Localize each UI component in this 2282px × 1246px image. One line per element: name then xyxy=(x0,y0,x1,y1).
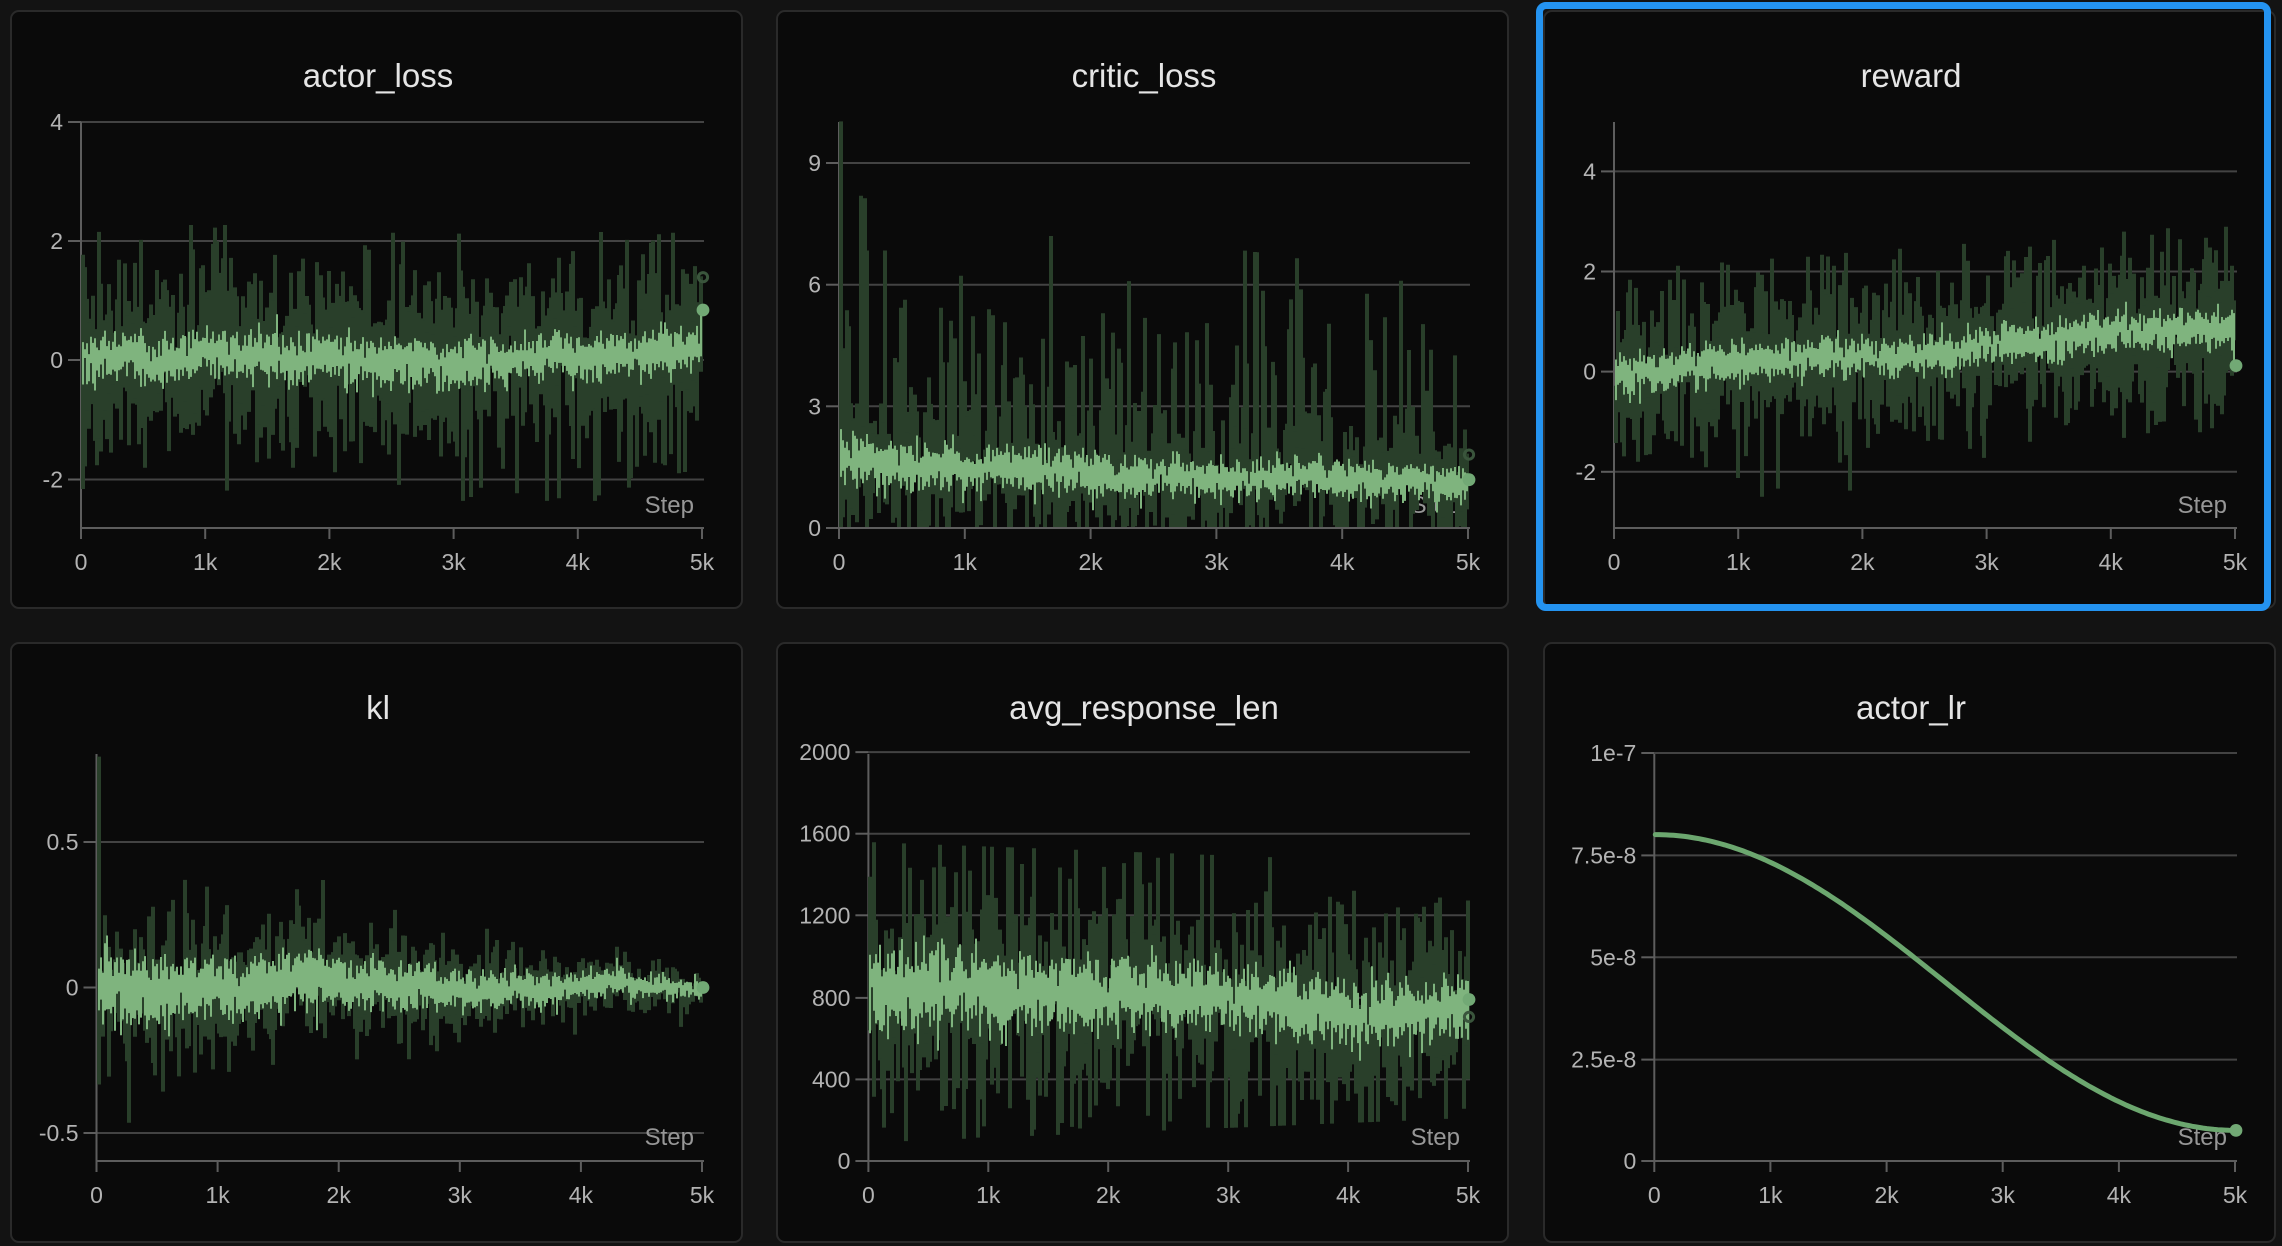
svg-text:2.5e-8: 2.5e-8 xyxy=(1571,1047,1636,1073)
svg-text:3k: 3k xyxy=(441,549,466,575)
svg-text:0: 0 xyxy=(1607,549,1620,575)
svg-text:2: 2 xyxy=(50,228,63,254)
svg-text:9: 9 xyxy=(809,150,822,176)
svg-text:0: 0 xyxy=(90,1182,103,1208)
svg-text:1200: 1200 xyxy=(800,902,851,928)
svg-text:3k: 3k xyxy=(1990,1182,2015,1208)
svg-text:0: 0 xyxy=(838,1148,851,1174)
svg-text:3: 3 xyxy=(809,393,822,419)
svg-text:actor_loss: actor_loss xyxy=(303,57,453,94)
svg-text:1k: 1k xyxy=(953,549,978,575)
svg-text:5k: 5k xyxy=(2223,1182,2248,1208)
svg-text:7.5e-8: 7.5e-8 xyxy=(1571,842,1636,868)
svg-text:1k: 1k xyxy=(976,1182,1001,1208)
svg-text:2k: 2k xyxy=(1096,1182,1121,1208)
svg-text:-2: -2 xyxy=(1575,459,1595,485)
svg-text:0: 0 xyxy=(75,549,88,575)
svg-text:1600: 1600 xyxy=(800,821,851,847)
svg-text:4: 4 xyxy=(1583,158,1596,184)
svg-text:0: 0 xyxy=(50,347,63,373)
svg-text:4k: 4k xyxy=(2098,549,2123,575)
svg-text:800: 800 xyxy=(812,985,850,1011)
svg-text:Step: Step xyxy=(2177,492,2226,519)
svg-text:4k: 4k xyxy=(2106,1182,2131,1208)
svg-text:0.5: 0.5 xyxy=(47,829,79,855)
svg-text:2k: 2k xyxy=(317,549,342,575)
svg-text:0: 0 xyxy=(833,549,846,575)
svg-text:5k: 5k xyxy=(2223,549,2248,575)
svg-text:0: 0 xyxy=(809,515,822,541)
svg-text:actor_lr: actor_lr xyxy=(1856,689,1966,726)
svg-text:kl: kl xyxy=(366,689,390,726)
svg-text:3k: 3k xyxy=(1974,549,1999,575)
svg-text:critic_loss: critic_loss xyxy=(1072,57,1217,94)
svg-text:4k: 4k xyxy=(566,549,591,575)
svg-text:Step: Step xyxy=(645,492,694,519)
svg-text:2k: 2k xyxy=(327,1182,352,1208)
svg-text:-0.5: -0.5 xyxy=(39,1120,79,1146)
svg-text:4k: 4k xyxy=(1330,549,1355,575)
svg-text:Step: Step xyxy=(645,1124,694,1151)
svg-text:-2: -2 xyxy=(43,467,63,493)
svg-text:1e-7: 1e-7 xyxy=(1590,740,1636,766)
svg-text:1k: 1k xyxy=(1758,1182,1783,1208)
svg-text:4k: 4k xyxy=(1336,1182,1361,1208)
svg-text:3k: 3k xyxy=(1205,549,1230,575)
svg-text:0: 0 xyxy=(1623,1148,1636,1174)
svg-text:2k: 2k xyxy=(1850,549,1875,575)
svg-text:3k: 3k xyxy=(448,1182,473,1208)
svg-text:5k: 5k xyxy=(1456,549,1481,575)
svg-text:4: 4 xyxy=(50,109,63,135)
svg-text:6: 6 xyxy=(809,272,822,298)
svg-text:2000: 2000 xyxy=(800,739,851,765)
svg-text:2k: 2k xyxy=(1874,1182,1899,1208)
svg-text:5e-8: 5e-8 xyxy=(1590,944,1636,970)
svg-text:5k: 5k xyxy=(690,1182,715,1208)
svg-text:2: 2 xyxy=(1583,259,1596,285)
svg-text:400: 400 xyxy=(812,1066,850,1092)
svg-text:Step: Step xyxy=(1411,1124,1460,1151)
svg-text:0: 0 xyxy=(862,1182,875,1208)
svg-text:5k: 5k xyxy=(690,549,715,575)
svg-text:4k: 4k xyxy=(569,1182,594,1208)
svg-text:0: 0 xyxy=(1648,1182,1661,1208)
svg-text:1k: 1k xyxy=(205,1182,230,1208)
svg-text:0: 0 xyxy=(1583,359,1596,385)
svg-text:avg_response_len: avg_response_len xyxy=(1009,689,1279,726)
svg-text:0: 0 xyxy=(66,975,79,1001)
svg-text:1k: 1k xyxy=(1726,549,1751,575)
svg-text:2k: 2k xyxy=(1079,549,1104,575)
svg-text:3k: 3k xyxy=(1216,1182,1241,1208)
svg-text:1k: 1k xyxy=(193,549,218,575)
svg-text:reward: reward xyxy=(1860,57,1961,94)
svg-text:5k: 5k xyxy=(1456,1182,1481,1208)
